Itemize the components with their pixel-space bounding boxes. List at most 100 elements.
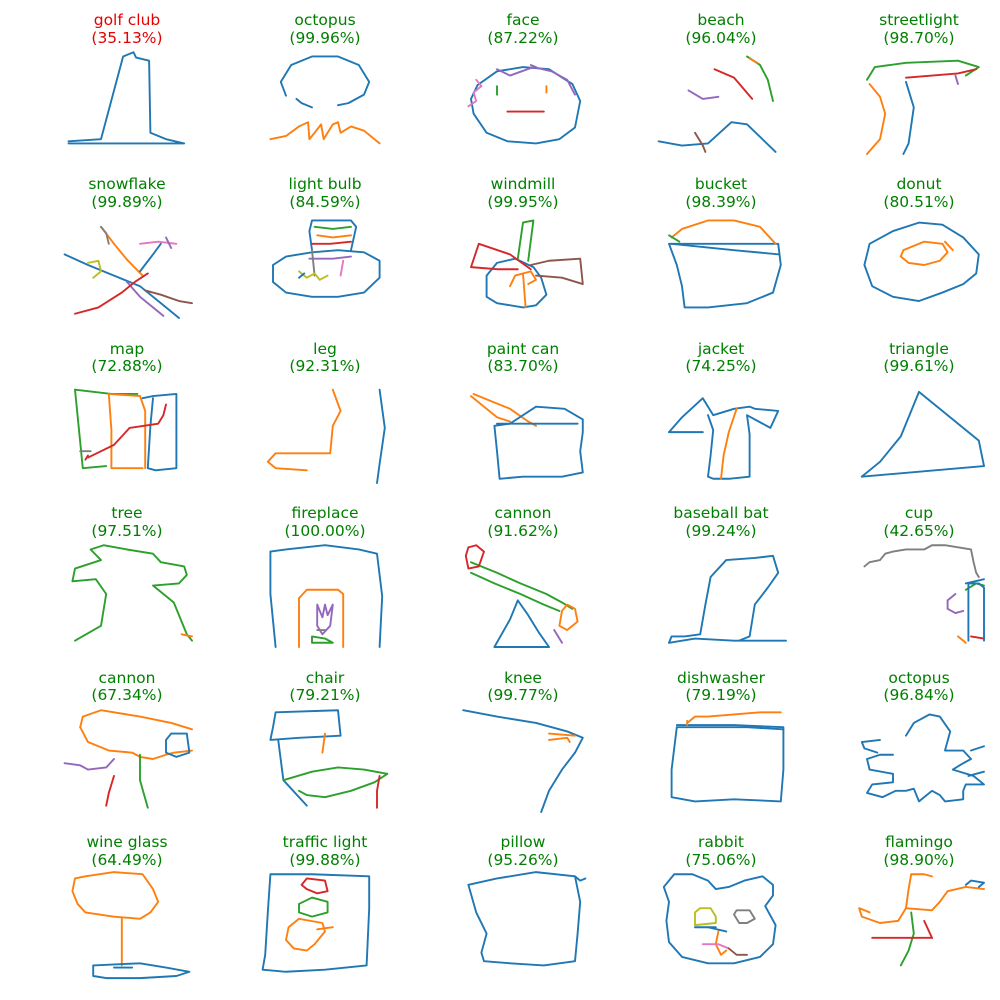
class-name: jacket (697, 339, 745, 358)
prediction-label: donut (80.51%) (820, 176, 1000, 211)
sketch-stroke (263, 874, 370, 972)
sketch-stroke (474, 394, 536, 426)
sketch-stroke (140, 754, 148, 807)
sketch-stroke (729, 948, 747, 954)
prediction-label: streetlight (98.70%) (820, 11, 1000, 47)
sketch-stroke (968, 771, 984, 775)
sketch-stroke (669, 398, 778, 479)
prediction-label: snowflake (99.89%) (28, 176, 226, 211)
confidence-value: (64.49%) (91, 850, 163, 869)
confidence-value: (84.59%) (289, 192, 361, 211)
confidence-value: (98.70%) (883, 28, 955, 47)
sketch-stroke (80, 710, 192, 729)
sketch-drawing (260, 541, 390, 647)
confidence-value: (98.90%) (883, 850, 955, 869)
class-name: cup (904, 504, 934, 523)
sketch-cell: knee (99.77%) (424, 658, 622, 822)
sketch-stroke (906, 887, 984, 910)
sketch-stroke (669, 639, 786, 643)
sketch-stroke (695, 908, 716, 925)
sketch-stroke (286, 919, 325, 951)
sketch-stroke (750, 59, 758, 63)
confidence-value: (99.96%) (289, 28, 361, 47)
sketch-stroke (864, 545, 978, 577)
sketch-drawing (260, 706, 390, 812)
sketch-stroke (270, 710, 340, 740)
confidence-value: (95.26%) (487, 850, 559, 869)
sketch-stroke (317, 927, 333, 929)
class-name: baseball bat (673, 504, 769, 523)
sketch-stroke (85, 455, 88, 459)
sketch-stroke (270, 552, 275, 647)
sketch-cell: leg (92.31%) (226, 329, 424, 493)
prediction-label: face (87.22%) (424, 11, 622, 47)
confidence-value: (83.70%) (487, 357, 559, 376)
sketch-stroke (968, 584, 984, 641)
prediction-label: windmill (99.95%) (424, 176, 622, 211)
class-name: beach (697, 11, 745, 29)
sketch-drawing (854, 48, 984, 154)
sketch-stroke (901, 912, 914, 965)
class-name: windmill (490, 175, 556, 194)
sketch-cell: dishwasher (79.19%) (622, 658, 820, 822)
sketch-drawing (260, 48, 390, 154)
prediction-label: octopus (99.96%) (226, 11, 424, 47)
sketch-stroke (65, 255, 179, 319)
class-name: triangle (889, 339, 949, 358)
sketch-stroke (716, 931, 726, 954)
sketch-stroke (554, 630, 562, 643)
sketch-stroke (377, 390, 385, 483)
sketch-stroke (487, 259, 547, 308)
confidence-value: (97.51%) (91, 521, 163, 540)
sketch-cell: streetlight (98.70%) (820, 0, 1000, 164)
confidence-value: (74.25%) (685, 357, 757, 376)
sketch-stroke (864, 223, 978, 301)
sketch-stroke (862, 466, 984, 477)
sketch-stroke (283, 767, 387, 797)
sketch-stroke (689, 90, 719, 98)
class-name: cannon (98, 668, 156, 687)
sketch-cell: windmill (99.95%) (424, 164, 622, 328)
sketch-stroke (302, 878, 328, 893)
prediction-label: bucket (98.39%) (622, 176, 820, 211)
sketch-stroke (468, 872, 580, 965)
confidence-value: (99.88%) (289, 850, 361, 869)
sketch-stroke (911, 874, 932, 876)
sketch-stroke (278, 740, 307, 806)
sketch-stroke (559, 605, 577, 630)
sketch-stroke (106, 776, 114, 806)
class-name: wine glass (86, 833, 168, 851)
sketch-stroke (273, 251, 380, 298)
sketch-cell: tree (97.51%) (28, 493, 226, 657)
sketch-cell: paint can (83.70%) (424, 329, 622, 493)
prediction-label: traffic light (99.88%) (226, 833, 424, 869)
sketch-stroke (494, 601, 549, 648)
sketch-stroke (312, 637, 333, 643)
sketch-stroke (312, 251, 315, 276)
sketch-stroke (497, 67, 575, 95)
class-name: octopus (888, 668, 950, 687)
sketch-stroke (494, 406, 582, 478)
sketch-stroke (903, 82, 913, 154)
confidence-value: (79.21%) (289, 686, 361, 705)
sketch-cell: cup (42.65%) (820, 493, 1000, 657)
sketch-stroke (317, 236, 351, 238)
sketch-stroke (65, 759, 114, 770)
confidence-value: (99.89%) (91, 192, 163, 211)
sketch-stroke (299, 898, 328, 917)
sketch-stroke (677, 727, 784, 729)
sketch-cell: baseball bat (99.24%) (622, 493, 820, 657)
sketch-cell: wine glass (64.49%) (28, 822, 226, 986)
sketch-stroke (127, 282, 163, 316)
sketch-stroke (140, 242, 176, 244)
sketch-stroke (549, 737, 570, 741)
sketch-drawing (458, 706, 588, 812)
sketch-drawing (458, 541, 588, 647)
sketch-stroke (281, 56, 369, 105)
class-name: traffic light (282, 833, 368, 851)
prediction-label: beach (96.04%) (622, 11, 820, 47)
sketch-drawing (458, 212, 588, 318)
sketch-stroke (672, 244, 780, 255)
sketch-stroke (958, 637, 966, 643)
sketch-stroke (270, 545, 382, 647)
